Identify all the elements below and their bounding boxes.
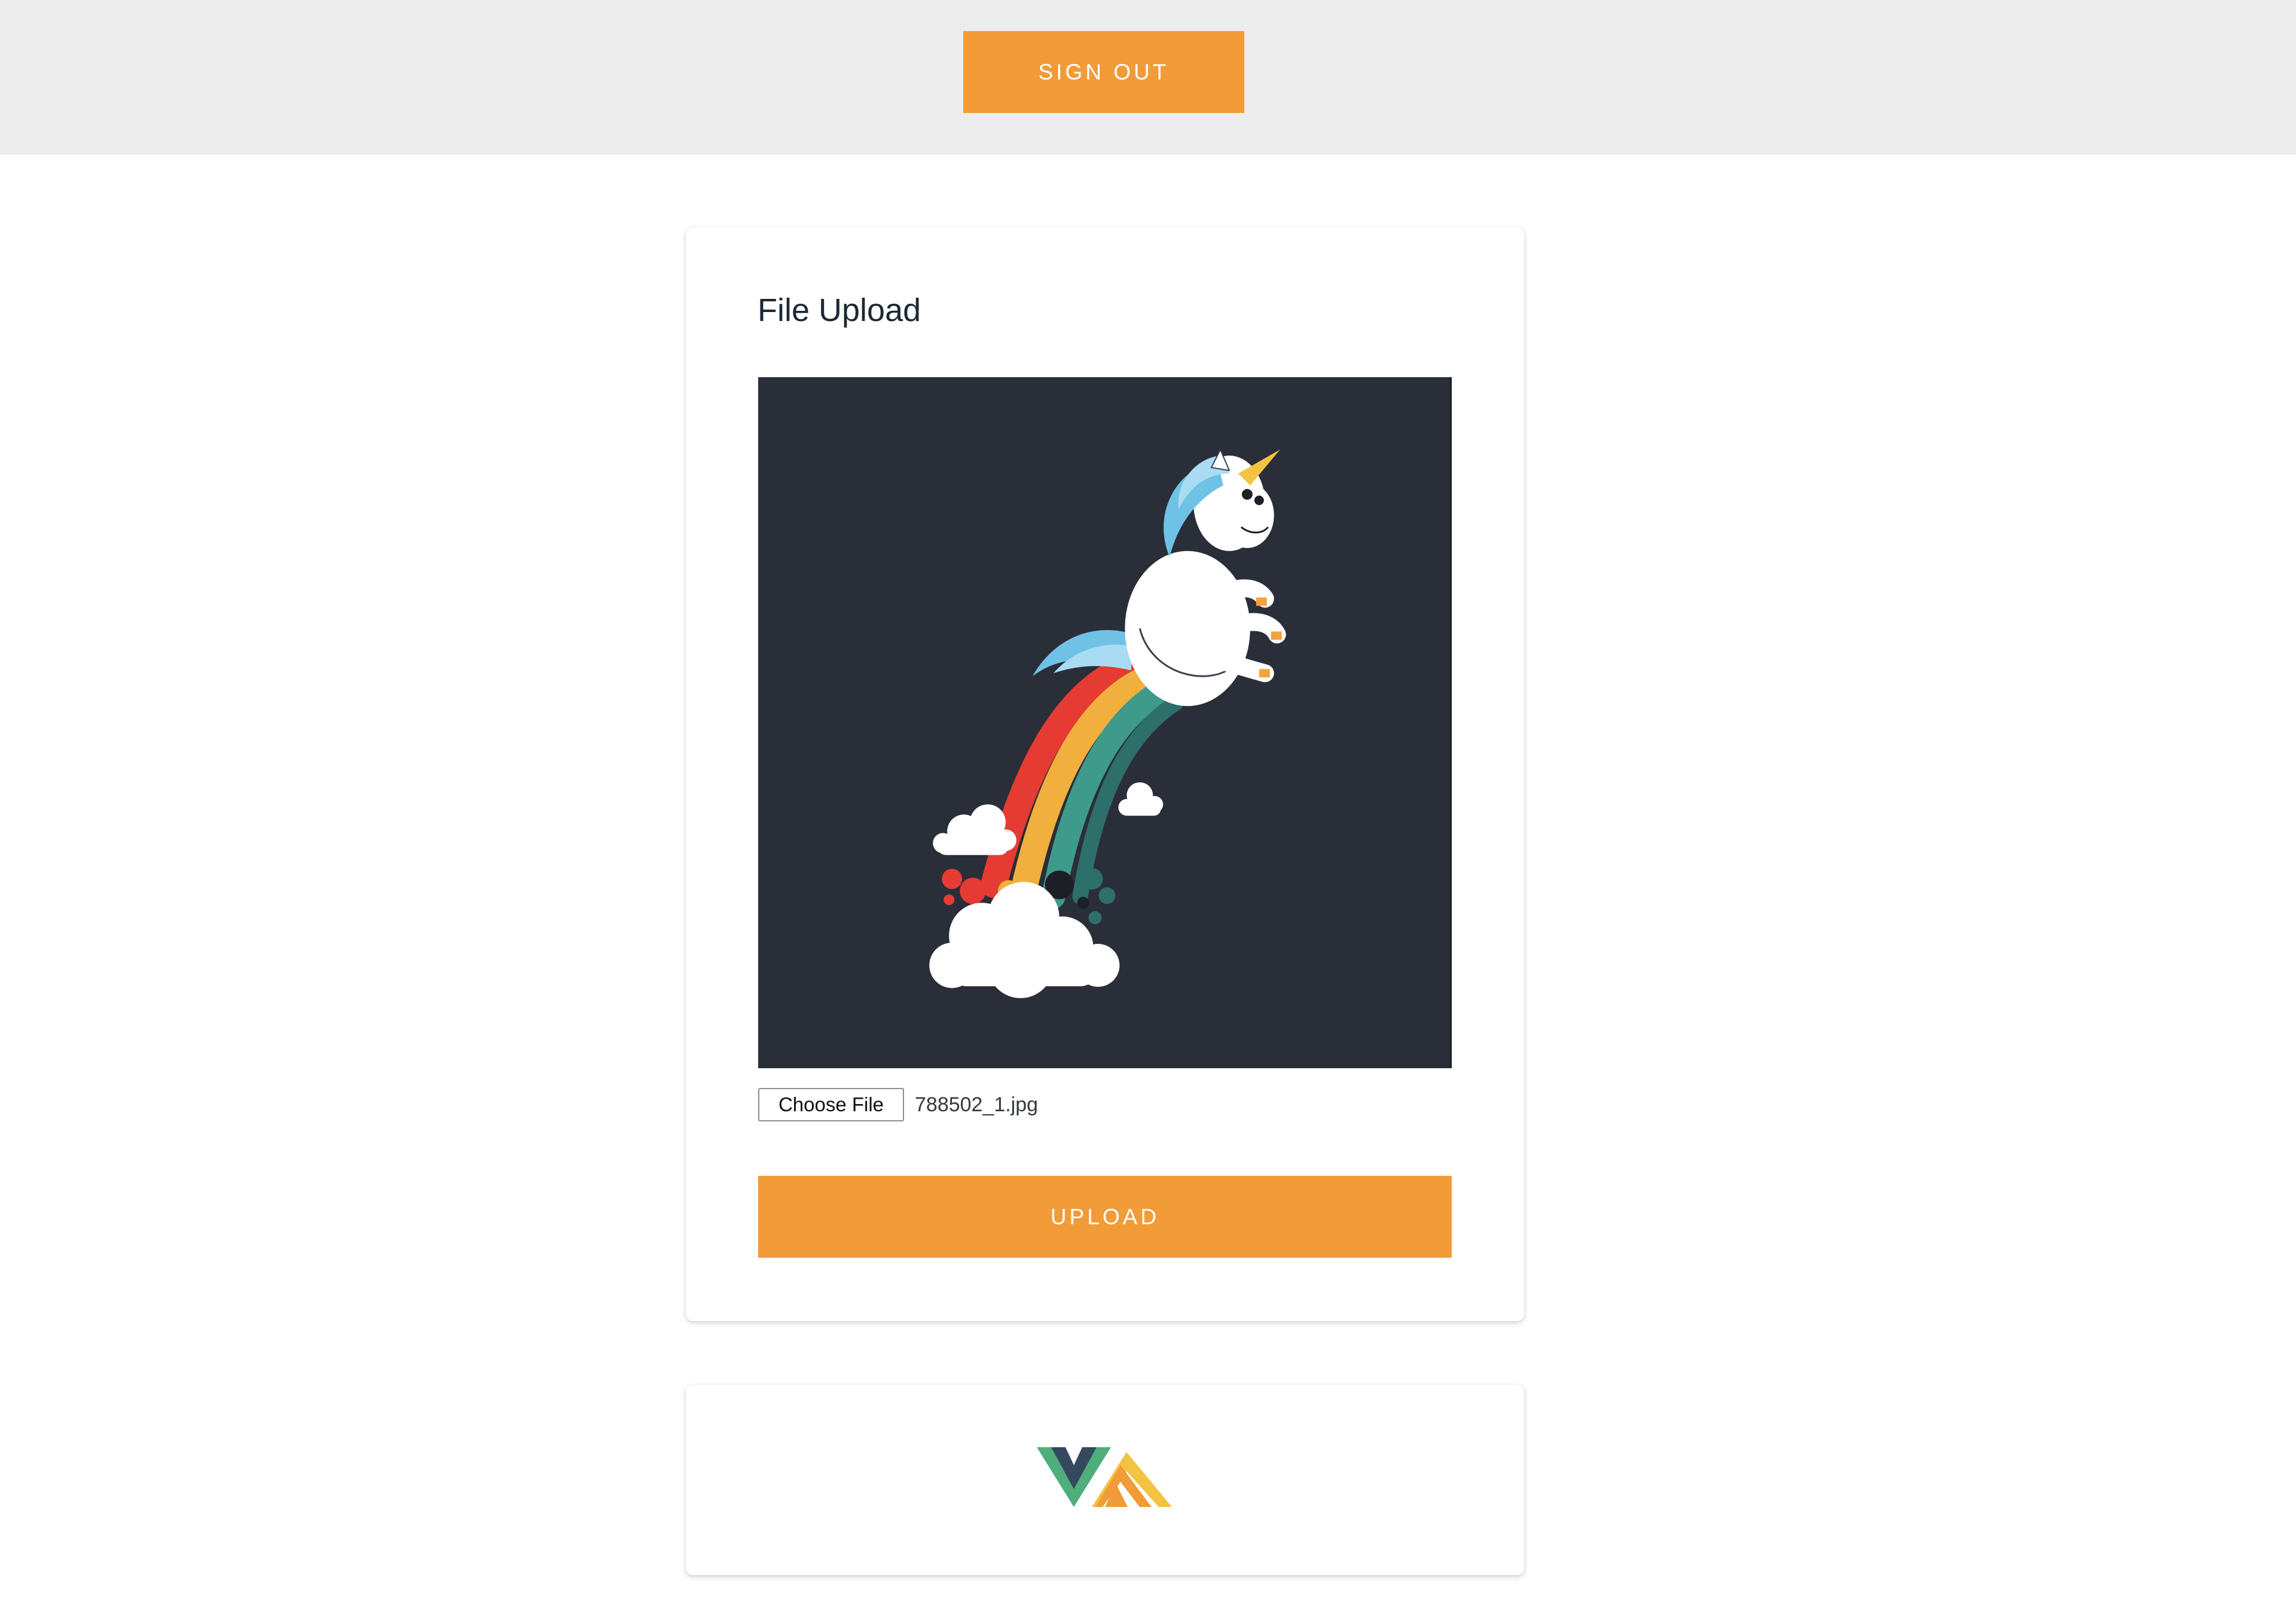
image-preview [758,377,1452,1068]
file-upload-card: File Upload Choose File 788502_1.jpg UPL… [686,227,1524,1321]
upload-button[interactable]: UPLOAD [758,1176,1452,1258]
sign-out-button[interactable]: SIGN OUT [963,31,1244,113]
choose-file-button[interactable]: Choose File [758,1088,904,1121]
logo-card [686,1385,1524,1575]
vue-amplify-logo [1037,1447,1172,1507]
top-bar: SIGN OUT [0,0,2296,155]
selected-file-name: 788502_1.jpg [915,1093,1039,1116]
file-input-row: Choose File 788502_1.jpg [758,1088,1038,1121]
card-title: File Upload [758,292,921,328]
unicorn-rainbow-image [929,448,1286,998]
